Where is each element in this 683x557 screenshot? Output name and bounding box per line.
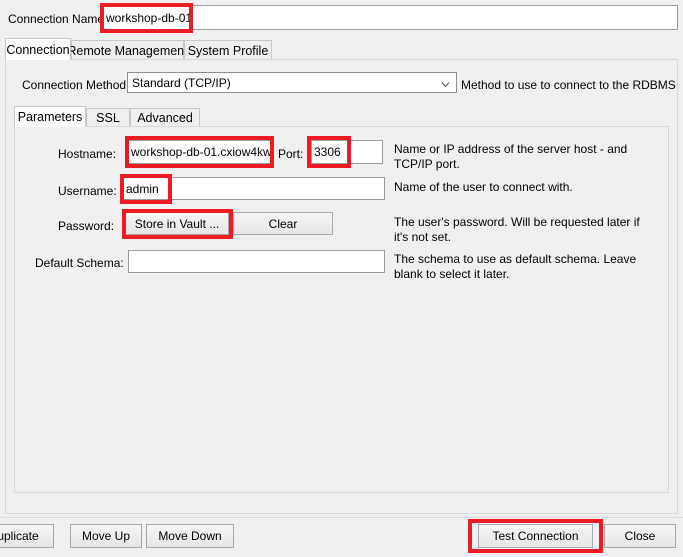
port-label: Port: bbox=[278, 147, 304, 161]
outer-tab-strip: Connection Remote Management System Prof… bbox=[5, 38, 678, 60]
default-schema-description: The schema to use as default schema. Lea… bbox=[394, 252, 637, 281]
close-button[interactable]: Close bbox=[604, 524, 676, 548]
connection-method-select[interactable]: Standard (TCP/IP) bbox=[127, 72, 457, 93]
tab-parameters-label: Parameters bbox=[17, 110, 83, 124]
chevron-down-icon bbox=[441, 78, 450, 87]
clear-password-button[interactable]: Clear bbox=[233, 212, 333, 235]
move-up-button[interactable]: Move Up bbox=[70, 524, 142, 548]
tab-remote-management-label: Remote Management bbox=[67, 43, 188, 58]
connection-method-description: Method to use to connect to the RDBMS bbox=[461, 78, 676, 92]
hostname-description: Name or IP address of the server host - … bbox=[394, 142, 628, 171]
tab-connection-label: Connection bbox=[6, 42, 70, 57]
tab-parameters[interactable]: Parameters bbox=[14, 106, 86, 127]
connection-dialog: Connection Name: workshop-db-01 Connecti… bbox=[0, 0, 683, 557]
connection-name-input[interactable]: workshop-db-01 bbox=[103, 5, 678, 30]
default-schema-label: Default Schema: bbox=[35, 256, 124, 270]
tab-system-profile-label: System Profile bbox=[187, 43, 269, 58]
inner-tab-strip: Parameters SSL Advanced bbox=[14, 106, 669, 127]
tab-connection[interactable]: Connection bbox=[5, 38, 71, 60]
tab-advanced[interactable]: Advanced bbox=[130, 108, 200, 127]
connection-method-value: Standard (TCP/IP) bbox=[132, 75, 231, 90]
tab-ssl[interactable]: SSL bbox=[86, 108, 130, 127]
username-description: Name of the user to connect with. bbox=[394, 180, 573, 194]
connection-name-label: Connection Name: bbox=[8, 12, 108, 26]
duplicate-button[interactable]: uplicate bbox=[0, 524, 54, 548]
hostname-label: Hostname: bbox=[58, 147, 117, 161]
tab-advanced-label: Advanced bbox=[137, 111, 193, 125]
hostname-input[interactable]: workshop-db-01.cxiow4kwa1 bbox=[128, 140, 271, 164]
username-label: Username: bbox=[58, 184, 117, 198]
move-down-button[interactable]: Move Down bbox=[146, 524, 234, 548]
connection-method-label: Connection Method: bbox=[22, 78, 130, 92]
tab-remote-management[interactable]: Remote Management bbox=[67, 40, 188, 60]
username-input[interactable]: admin bbox=[123, 177, 385, 200]
test-connection-button[interactable]: Test Connection bbox=[478, 524, 593, 548]
store-in-vault-button[interactable]: Store in Vault ... bbox=[125, 212, 229, 235]
password-description: The user's password. Will be requested l… bbox=[394, 215, 640, 244]
port-input[interactable]: 3306 bbox=[311, 140, 383, 164]
tab-ssl-label: SSL bbox=[96, 111, 120, 125]
password-label: Password: bbox=[58, 219, 115, 233]
default-schema-input[interactable] bbox=[128, 250, 385, 273]
tab-system-profile[interactable]: System Profile bbox=[184, 40, 272, 60]
footer-divider bbox=[0, 517, 683, 518]
